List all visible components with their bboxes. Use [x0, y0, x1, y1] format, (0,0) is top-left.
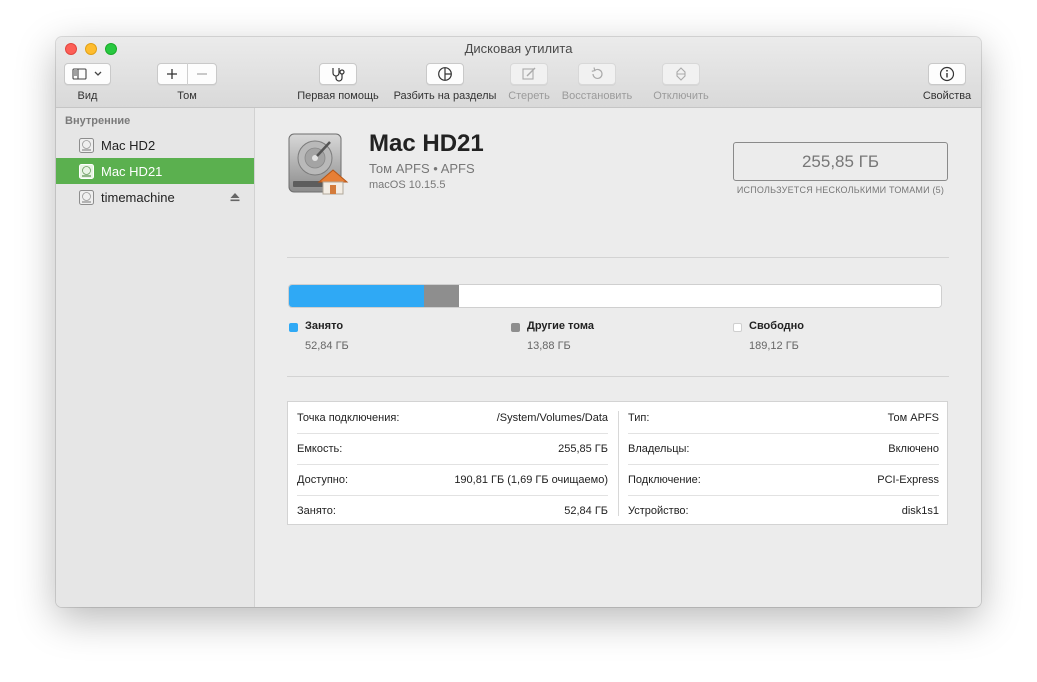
info-row: Владельцы: Включено: [628, 433, 939, 464]
usage-bar-used: [289, 285, 424, 307]
legend-used-value: 52,84 ГБ: [305, 340, 349, 352]
info-value: 190,81 ГБ (1,69 ГБ очищаемо): [454, 473, 608, 486]
volume-segmented-control: [157, 63, 217, 85]
sidebar-toggle-icon: [71, 68, 101, 80]
sidebar-item-mac-hd2[interactable]: Mac HD2: [56, 132, 254, 158]
partition-button[interactable]: [426, 63, 464, 85]
sidebar: Внутренние Mac HD2 Mac HD21 timemachine: [56, 108, 255, 607]
volume-size-box: 255,85 ГБ: [733, 142, 948, 181]
divider: [287, 376, 949, 377]
minus-icon: [196, 73, 207, 75]
restore-label: Восстановить: [561, 90, 633, 102]
info-label: Свойства: [922, 90, 972, 102]
info-label: Владельцы:: [628, 442, 690, 455]
info-row: Подключение: PCI-Express: [628, 464, 939, 495]
volume-icon: [79, 163, 94, 179]
info-value: /System/Volumes/Data: [496, 411, 608, 424]
usage-bar-free: [459, 285, 941, 307]
erase-pencil-icon: [522, 67, 536, 80]
info-value: Включено: [888, 442, 939, 455]
info-icon: [939, 66, 955, 82]
view-label: Вид: [77, 90, 98, 102]
legend-other-label: Другие тома: [527, 320, 594, 332]
sidebar-section-title: Внутренние: [65, 115, 131, 127]
unmount-icon: [676, 67, 686, 81]
stethoscope-icon: [332, 68, 345, 82]
sidebar-item-label: Mac HD21: [101, 163, 163, 179]
info-row: Емкость: 255,85 ГБ: [297, 433, 608, 464]
volume-name: Mac HD21: [369, 130, 484, 157]
volume-info-table: Точка подключения: /System/Volumes/Data …: [287, 401, 948, 525]
info-value: 255,85 ГБ: [558, 442, 608, 455]
drive-icon: [79, 189, 94, 205]
pie-partition-icon: [438, 67, 452, 81]
restore-arrow-icon: [591, 67, 603, 80]
info-row: Тип: Том APFS: [628, 402, 939, 433]
usage-bar: [288, 284, 942, 308]
info-button[interactable]: [928, 63, 966, 85]
info-row: Точка подключения: /System/Volumes/Data: [297, 402, 608, 433]
add-volume-button[interactable]: [158, 64, 187, 84]
legend-other-value: 13,88 ГБ: [527, 340, 571, 352]
info-row: Доступно: 190,81 ГБ (1,69 ГБ очищаемо): [297, 464, 608, 495]
info-label: Подключение:: [628, 473, 701, 486]
sidebar-item-timemachine[interactable]: timemachine: [56, 184, 254, 210]
volume-detail-pane: Mac HD21 Том APFS • APFS macOS 10.15.5 2…: [255, 108, 981, 607]
view-button[interactable]: [64, 63, 111, 85]
info-value: disk1s1: [901, 504, 939, 517]
info-row: Занято: 52,84 ГБ: [297, 495, 608, 526]
sidebar-item-label: timemachine: [101, 189, 175, 205]
partition-label: Разбить на разделы: [393, 90, 497, 102]
disk-utility-window: Дисковая утилита Вид Том Первая помощь Р…: [56, 37, 981, 607]
info-row: Устройство: disk1s1: [628, 495, 939, 526]
legend-used-label: Занято: [305, 320, 344, 332]
info-label: Устройство:: [628, 504, 689, 517]
legend-other-swatch: [511, 323, 520, 332]
erase-button[interactable]: [510, 63, 548, 85]
plus-icon: [167, 69, 178, 79]
info-value: 52,84 ГБ: [564, 504, 608, 517]
legend-free-label: Свободно: [749, 320, 804, 332]
toolbar: Дисковая утилита Вид Том Первая помощь Р…: [56, 37, 981, 108]
divider: [287, 257, 949, 258]
legend-free-value: 189,12 ГБ: [749, 340, 799, 352]
unmount-label: Отключить: [653, 90, 709, 102]
legend-free-swatch: [733, 323, 742, 332]
usage-bar-other-volumes: [423, 285, 459, 307]
info-value: PCI-Express: [877, 473, 939, 486]
sidebar-item-label: Mac HD2: [101, 137, 156, 153]
info-label: Точка подключения:: [297, 411, 400, 424]
drive-icon: [79, 137, 94, 153]
first-aid-label: Первая помощь: [297, 90, 379, 102]
unmount-button[interactable]: [662, 63, 700, 85]
hard-drive-home-icon: [288, 133, 349, 195]
sidebar-item-mac-hd21[interactable]: Mac HD21: [56, 158, 254, 184]
eject-icon[interactable]: [230, 192, 240, 202]
volume-label: Том: [177, 90, 197, 102]
remove-volume-button[interactable]: [188, 64, 217, 84]
first-aid-button[interactable]: [319, 63, 357, 85]
info-label: Доступно:: [297, 473, 349, 486]
info-label: Тип:: [628, 411, 650, 424]
legend-used-swatch: [289, 323, 298, 332]
restore-button[interactable]: [578, 63, 616, 85]
info-right-column: Тип: Том APFS Владельцы: Включено Подклю…: [628, 402, 939, 524]
window-title: Дисковая утилита: [464, 41, 573, 56]
volume-size-note: ИСПОЛЬЗУЕТСЯ НЕСКОЛЬКИМИ ТОМАМИ (5): [736, 185, 945, 195]
volume-os: macOS 10.15.5: [369, 179, 446, 191]
volume-type: Том APFS • APFS: [369, 161, 475, 176]
info-value: Том APFS: [887, 411, 939, 424]
info-label: Занято:: [297, 504, 336, 517]
info-label: Емкость:: [297, 442, 343, 455]
info-left-column: Точка подключения: /System/Volumes/Data …: [297, 402, 608, 524]
erase-label: Стереть: [508, 90, 550, 102]
